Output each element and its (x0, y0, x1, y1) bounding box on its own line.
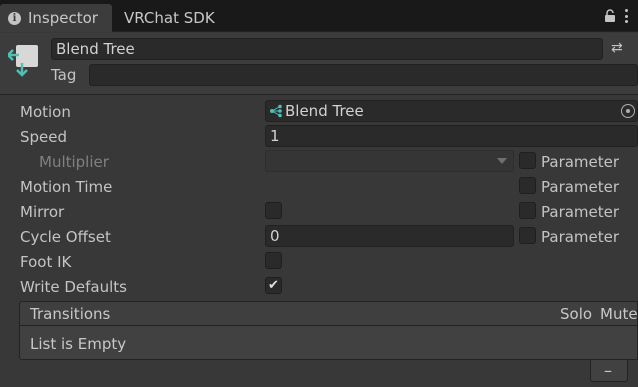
cycle-offset-row: Cycle Offset 0 Parameter (0, 225, 638, 250)
lock-icon[interactable] (604, 9, 616, 23)
speed-field[interactable]: 1 (265, 125, 638, 147)
transitions-title: Transitions (30, 305, 111, 323)
motion-value: Blend Tree (285, 102, 364, 120)
more-options-icon[interactable] (625, 9, 629, 23)
cycle-offset-label: Cycle Offset (20, 228, 111, 246)
cycle-offset-parameter-label: Parameter (541, 228, 620, 246)
mirror-parameter-checkbox[interactable] (519, 202, 536, 219)
write-defaults-row: Write Defaults ✔ (0, 275, 638, 300)
mirror-row: Mirror Parameter (0, 200, 638, 225)
multiplier-parameter-label: Parameter (541, 153, 620, 171)
tab-vrchat-sdk-label: VRChat SDK (124, 9, 215, 27)
inspector-header: Blend Tree ⇄ Tag (0, 33, 638, 95)
motion-object-field[interactable]: Blend Tree (265, 100, 638, 122)
cycle-offset-field[interactable]: 0 (265, 225, 514, 247)
blend-tree-icon (270, 104, 282, 118)
multiplier-label: Multiplier (39, 153, 109, 171)
header-settings-icon[interactable]: ⇄ (611, 40, 638, 58)
transitions-solo-header: Solo (560, 305, 593, 323)
tag-field[interactable] (89, 64, 638, 86)
multiplier-dropdown[interactable] (265, 150, 514, 172)
blend-tree-state-icon (8, 45, 38, 77)
checkmark-icon: ✔ (268, 278, 279, 293)
tab-bar: i Inspector VRChat SDK (0, 0, 638, 32)
multiplier-row: Multiplier Parameter (0, 150, 638, 175)
motion-row: Motion Blend Tree (0, 100, 638, 125)
mirror-label: Mirror (20, 203, 65, 221)
motion-time-parameter-checkbox[interactable] (519, 177, 536, 194)
info-icon: i (8, 11, 21, 25)
speed-row: Speed 1 (0, 125, 638, 150)
object-picker-icon[interactable] (621, 104, 635, 118)
mirror-parameter-label: Parameter (541, 203, 620, 221)
write-defaults-label: Write Defaults (20, 278, 127, 296)
transitions-list: List is Empty (19, 325, 638, 360)
multiplier-parameter-checkbox[interactable] (519, 152, 536, 169)
tab-inspector-label: Inspector (28, 9, 98, 27)
motion-time-parameter-label: Parameter (541, 178, 620, 196)
remove-transition-button[interactable]: – (604, 361, 612, 380)
foot-ik-row: Foot IK (0, 250, 638, 275)
motion-label: Motion (20, 103, 71, 121)
transitions-empty-text: List is Empty (30, 335, 127, 353)
foot-ik-label: Foot IK (20, 253, 72, 271)
transitions-header: Transitions Solo Mute (19, 301, 638, 325)
tag-label: Tag (51, 66, 77, 84)
speed-label: Speed (20, 128, 68, 146)
write-defaults-checkbox[interactable]: ✔ (265, 277, 282, 294)
tab-inspector[interactable]: i Inspector (0, 4, 112, 32)
motion-time-row: Motion Time Parameter (0, 175, 638, 200)
transitions-footer: – (590, 360, 628, 382)
cycle-offset-parameter-checkbox[interactable] (519, 227, 536, 244)
tab-vrchat-sdk[interactable]: VRChat SDK (124, 4, 215, 32)
foot-ik-checkbox[interactable] (265, 252, 282, 269)
motion-time-label: Motion Time (20, 178, 113, 196)
chevron-down-icon (497, 158, 507, 164)
transitions-mute-header: Mute (600, 305, 638, 323)
object-name-field[interactable]: Blend Tree (51, 38, 603, 60)
mirror-checkbox[interactable] (265, 202, 282, 219)
